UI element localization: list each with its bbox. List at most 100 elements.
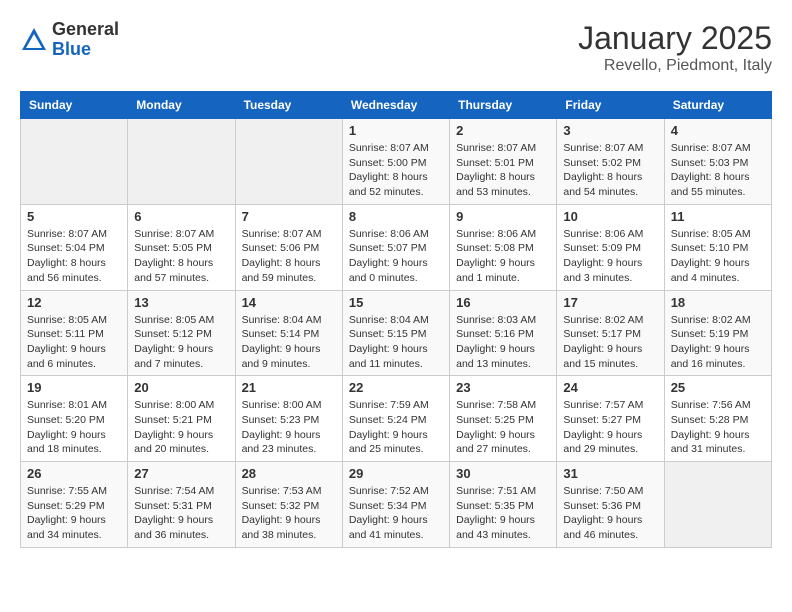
- day-info: Sunrise: 8:07 AM Sunset: 5:03 PM Dayligh…: [671, 141, 765, 200]
- day-number: 29: [349, 466, 443, 481]
- calendar-week-row: 26 Sunrise: 7:55 AM Sunset: 5:29 PM Dayli…: [21, 462, 772, 548]
- calendar-cell: 26 Sunrise: 7:55 AM Sunset: 5:29 PM Dayli…: [21, 462, 128, 548]
- calendar-cell: 12 Sunrise: 8:05 AM Sunset: 5:11 PM Dayli…: [21, 290, 128, 376]
- day-number: 31: [563, 466, 657, 481]
- calendar-table: SundayMondayTuesdayWednesdayThursdayFrid…: [20, 91, 772, 548]
- day-number: 23: [456, 380, 550, 395]
- calendar-cell: 19 Sunrise: 8:01 AM Sunset: 5:20 PM Dayli…: [21, 376, 128, 462]
- day-info: Sunrise: 8:02 AM Sunset: 5:17 PM Dayligh…: [563, 313, 657, 372]
- day-info: Sunrise: 7:53 AM Sunset: 5:32 PM Dayligh…: [242, 484, 336, 543]
- calendar-cell: 23 Sunrise: 7:58 AM Sunset: 5:25 PM Dayli…: [450, 376, 557, 462]
- day-number: 26: [27, 466, 121, 481]
- calendar-title: January 2025: [578, 20, 772, 57]
- calendar-cell: 11Sunrise: 8:05 AM Sunset: 5:10 PM Dayli…: [664, 204, 771, 290]
- weekday-header: Friday: [557, 92, 664, 119]
- calendar-cell: 5Sunrise: 8:07 AM Sunset: 5:04 PM Daylig…: [21, 204, 128, 290]
- day-number: 10: [563, 209, 657, 224]
- calendar-cell: 2 Sunrise: 8:07 AM Sunset: 5:01 PM Daylig…: [450, 119, 557, 205]
- calendar-cell: 1Sunrise: 8:07 AM Sunset: 5:00 PM Daylig…: [342, 119, 449, 205]
- calendar-cell: 27 Sunrise: 7:54 AM Sunset: 5:31 PM Dayli…: [128, 462, 235, 548]
- calendar-cell: 24 Sunrise: 7:57 AM Sunset: 5:27 PM Dayli…: [557, 376, 664, 462]
- day-number: 11: [671, 209, 765, 224]
- day-info: Sunrise: 7:58 AM Sunset: 5:25 PM Dayligh…: [456, 398, 550, 457]
- day-number: 3: [563, 123, 657, 138]
- day-info: Sunrise: 7:56 AM Sunset: 5:28 PM Dayligh…: [671, 398, 765, 457]
- calendar-cell: 4Sunrise: 8:07 AM Sunset: 5:03 PM Daylig…: [664, 119, 771, 205]
- day-info: Sunrise: 8:06 AM Sunset: 5:07 PM Dayligh…: [349, 227, 443, 286]
- day-info: Sunrise: 8:03 AM Sunset: 5:16 PM Dayligh…: [456, 313, 550, 372]
- day-number: 28: [242, 466, 336, 481]
- calendar-cell: 29 Sunrise: 7:52 AM Sunset: 5:34 PM Dayli…: [342, 462, 449, 548]
- calendar-cell: 20Sunrise: 8:00 AM Sunset: 5:21 PM Dayli…: [128, 376, 235, 462]
- day-number: 1: [349, 123, 443, 138]
- day-info: Sunrise: 8:07 AM Sunset: 5:05 PM Dayligh…: [134, 227, 228, 286]
- day-info: Sunrise: 8:00 AM Sunset: 5:21 PM Dayligh…: [134, 398, 228, 457]
- day-info: Sunrise: 8:06 AM Sunset: 5:09 PM Dayligh…: [563, 227, 657, 286]
- calendar-week-row: 1Sunrise: 8:07 AM Sunset: 5:00 PM Daylig…: [21, 119, 772, 205]
- day-info: Sunrise: 8:05 AM Sunset: 5:11 PM Dayligh…: [27, 313, 121, 372]
- day-number: 30: [456, 466, 550, 481]
- day-number: 8: [349, 209, 443, 224]
- day-number: 2: [456, 123, 550, 138]
- day-number: 22: [349, 380, 443, 395]
- day-info: Sunrise: 8:05 AM Sunset: 5:12 PM Dayligh…: [134, 313, 228, 372]
- day-info: Sunrise: 8:04 AM Sunset: 5:14 PM Dayligh…: [242, 313, 336, 372]
- day-number: 14: [242, 295, 336, 310]
- day-info: Sunrise: 8:07 AM Sunset: 5:01 PM Dayligh…: [456, 141, 550, 200]
- calendar-cell: 31 Sunrise: 7:50 AM Sunset: 5:36 PM Dayli…: [557, 462, 664, 548]
- day-number: 13: [134, 295, 228, 310]
- weekday-header: Wednesday: [342, 92, 449, 119]
- day-number: 24: [563, 380, 657, 395]
- calendar-cell: 3Sunrise: 8:07 AM Sunset: 5:02 PM Daylig…: [557, 119, 664, 205]
- calendar-cell: 18 Sunrise: 8:02 AM Sunset: 5:19 PM Dayli…: [664, 290, 771, 376]
- calendar-cell: 14 Sunrise: 8:04 AM Sunset: 5:14 PM Dayli…: [235, 290, 342, 376]
- day-number: 21: [242, 380, 336, 395]
- day-number: 9: [456, 209, 550, 224]
- weekday-header: Tuesday: [235, 92, 342, 119]
- weekday-header: Sunday: [21, 92, 128, 119]
- day-number: 16: [456, 295, 550, 310]
- day-number: 18: [671, 295, 765, 310]
- day-info: Sunrise: 7:54 AM Sunset: 5:31 PM Dayligh…: [134, 484, 228, 543]
- day-number: 7: [242, 209, 336, 224]
- day-info: Sunrise: 7:55 AM Sunset: 5:29 PM Dayligh…: [27, 484, 121, 543]
- day-info: Sunrise: 7:59 AM Sunset: 5:24 PM Dayligh…: [349, 398, 443, 457]
- calendar-week-row: 12 Sunrise: 8:05 AM Sunset: 5:11 PM Dayli…: [21, 290, 772, 376]
- calendar-cell: 9 Sunrise: 8:06 AM Sunset: 5:08 PM Daylig…: [450, 204, 557, 290]
- calendar-week-row: 19 Sunrise: 8:01 AM Sunset: 5:20 PM Dayli…: [21, 376, 772, 462]
- day-info: Sunrise: 8:07 AM Sunset: 5:06 PM Dayligh…: [242, 227, 336, 286]
- title-area: January 2025 Revello, Piedmont, Italy: [578, 20, 772, 75]
- calendar-cell: 13 Sunrise: 8:05 AM Sunset: 5:12 PM Dayli…: [128, 290, 235, 376]
- calendar-cell: 17 Sunrise: 8:02 AM Sunset: 5:17 PM Dayli…: [557, 290, 664, 376]
- calendar-cell: 15Sunrise: 8:04 AM Sunset: 5:15 PM Dayli…: [342, 290, 449, 376]
- day-number: 17: [563, 295, 657, 310]
- logo-blue-text: Blue: [52, 39, 91, 59]
- day-number: 19: [27, 380, 121, 395]
- header-row: SundayMondayTuesdayWednesdayThursdayFrid…: [21, 92, 772, 119]
- day-info: Sunrise: 7:50 AM Sunset: 5:36 PM Dayligh…: [563, 484, 657, 543]
- day-info: Sunrise: 7:51 AM Sunset: 5:35 PM Dayligh…: [456, 484, 550, 543]
- day-info: Sunrise: 7:52 AM Sunset: 5:34 PM Dayligh…: [349, 484, 443, 543]
- day-info: Sunrise: 8:07 AM Sunset: 5:04 PM Dayligh…: [27, 227, 121, 286]
- day-number: 12: [27, 295, 121, 310]
- header: General Blue January 2025 Revello, Piedm…: [20, 20, 772, 75]
- calendar-cell: 7 Sunrise: 8:07 AM Sunset: 5:06 PM Daylig…: [235, 204, 342, 290]
- calendar-cell: 21Sunrise: 8:00 AM Sunset: 5:23 PM Dayli…: [235, 376, 342, 462]
- calendar-cell: 22 Sunrise: 7:59 AM Sunset: 5:24 PM Dayli…: [342, 376, 449, 462]
- calendar-cell: 28 Sunrise: 7:53 AM Sunset: 5:32 PM Dayli…: [235, 462, 342, 548]
- logo-general-text: General: [52, 19, 119, 39]
- calendar-week-row: 5Sunrise: 8:07 AM Sunset: 5:04 PM Daylig…: [21, 204, 772, 290]
- calendar-cell: 6 Sunrise: 8:07 AM Sunset: 5:05 PM Daylig…: [128, 204, 235, 290]
- day-number: 27: [134, 466, 228, 481]
- calendar-cell: [235, 119, 342, 205]
- day-number: 6: [134, 209, 228, 224]
- weekday-header: Monday: [128, 92, 235, 119]
- weekday-header: Thursday: [450, 92, 557, 119]
- day-info: Sunrise: 7:57 AM Sunset: 5:27 PM Dayligh…: [563, 398, 657, 457]
- day-info: Sunrise: 8:02 AM Sunset: 5:19 PM Dayligh…: [671, 313, 765, 372]
- calendar-cell: 30 Sunrise: 7:51 AM Sunset: 5:35 PM Dayli…: [450, 462, 557, 548]
- day-info: Sunrise: 8:06 AM Sunset: 5:08 PM Dayligh…: [456, 227, 550, 286]
- day-info: Sunrise: 8:01 AM Sunset: 5:20 PM Dayligh…: [27, 398, 121, 457]
- calendar-cell: 8 Sunrise: 8:06 AM Sunset: 5:07 PM Daylig…: [342, 204, 449, 290]
- weekday-header: Saturday: [664, 92, 771, 119]
